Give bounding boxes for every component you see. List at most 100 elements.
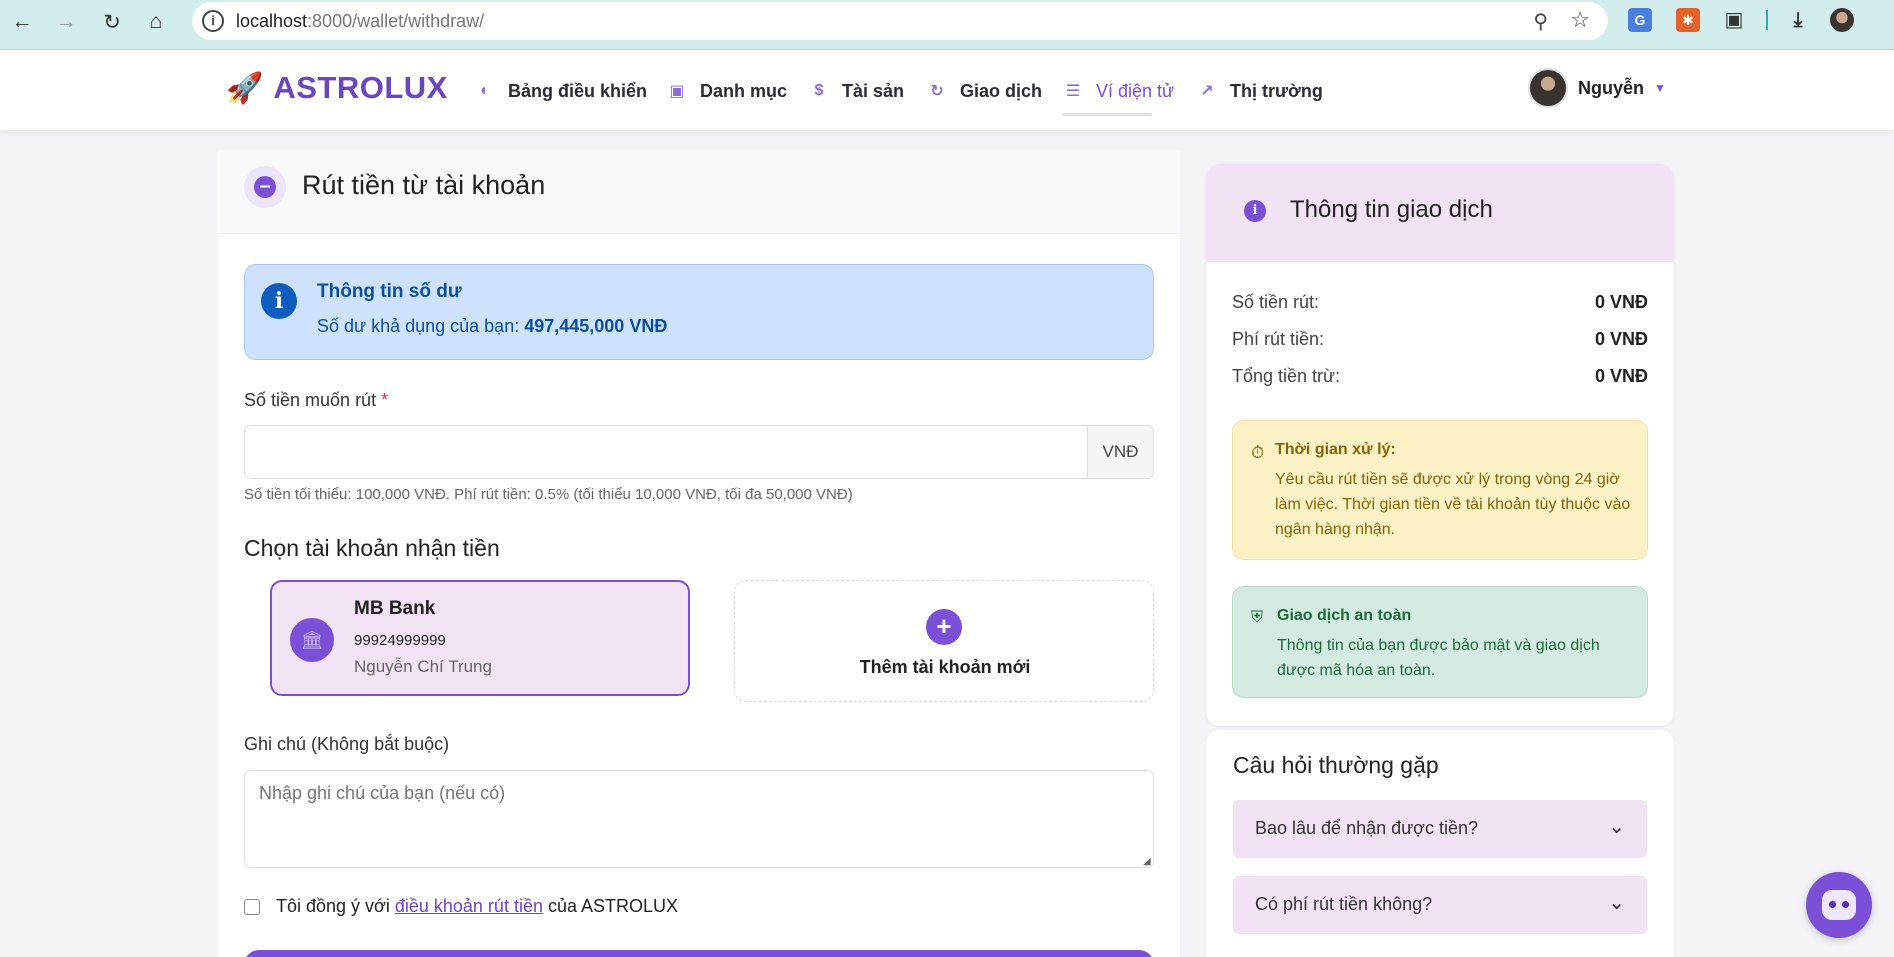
amount-label-text: Số tiền muốn rút — [244, 390, 377, 410]
extension-icon[interactable]: ✱ — [1676, 8, 1700, 32]
portfolio-icon: ▣ — [669, 83, 685, 100]
chatbot-button[interactable] — [1806, 872, 1872, 938]
nav-label: Danh mục — [700, 80, 788, 101]
summary-label: Số tiền rút: — [1232, 292, 1320, 312]
forward-icon[interactable]: → — [50, 6, 82, 38]
faq-question: Bao lâu để nhận được tiền? — [1255, 818, 1479, 838]
submit-button[interactable] — [244, 950, 1154, 957]
currency-addon: VNĐ — [1087, 426, 1153, 478]
address-bar[interactable]: i localhost:8000/wallet/withdraw/ ⚲ ☆ — [192, 2, 1608, 40]
account-section-title: Chọn tài khoản nhận tiền — [244, 535, 500, 561]
balance-title: Thông tin số dư — [317, 281, 462, 302]
terms-row: Tôi đồng ý với điều khoản rút tiền của A… — [244, 896, 678, 917]
terms-link[interactable]: điều khoản rút tiền — [395, 896, 543, 917]
nav-label: Ví điện tử — [1096, 80, 1175, 101]
transaction-info-card: i Thông tin giao dịch Số tiền rút: 0 VNĐ… — [1206, 164, 1674, 726]
transaction-info-title: Thông tin giao dịch — [1290, 196, 1493, 223]
selected-bank-account[interactable]: 🏛 MB Bank 99924999999 Nguyễn Chí Trung — [270, 580, 690, 696]
terms-suffix: của ASTROLUX — [547, 896, 679, 916]
faq-item[interactable]: Có phí rút tiền không? ⌄ — [1233, 876, 1647, 934]
rocket-icon: 🚀 — [226, 71, 264, 105]
home-icon[interactable]: ⌂ — [140, 6, 172, 38]
brand-logo[interactable]: 🚀 ASTROLUX — [226, 70, 448, 106]
faq-question: Có phí rút tiền không? — [1255, 894, 1433, 914]
site-info-icon[interactable]: i — [202, 10, 224, 32]
nav-item-portfolio[interactable]: ▣ Danh mục — [666, 76, 787, 106]
user-name: Nguyễn — [1578, 77, 1645, 98]
stopwatch-icon: ⏱ — [1251, 443, 1265, 462]
page-title: Rút tiền từ tài khoản — [302, 170, 546, 200]
plus-icon: + — [926, 609, 962, 645]
info-icon: i — [261, 283, 297, 319]
toolbar-divider — [1766, 10, 1768, 30]
nav-item-transactions[interactable]: ↻ Giao dịch — [926, 76, 1042, 106]
nav-item-wallet[interactable]: ☰ Ví điện tử — [1062, 76, 1175, 116]
robot-icon — [1822, 890, 1856, 920]
bank-icon: 🏛 — [290, 618, 334, 662]
balance-label: Số dư khả dụng của bạn: — [317, 316, 520, 336]
withdraw-icon-wrap: – — [244, 166, 286, 208]
url-text: localhost:8000/wallet/withdraw/ — [236, 11, 485, 31]
nav-label: Giao dịch — [960, 80, 1043, 101]
shield-icon: ⛨ — [1251, 609, 1264, 626]
transactions-icon: ↻ — [930, 83, 944, 100]
nav-item-dashboard[interactable]: ◐ Bảng điều khiển — [474, 76, 647, 106]
balance-line: Số dư khả dụng của bạn: 497,445,000 VNĐ — [317, 316, 667, 337]
summary-value: 0 VNĐ — [1594, 366, 1648, 386]
chevron-down-icon: ⌄ — [1608, 816, 1625, 838]
wallet-icon: ☰ — [1065, 83, 1081, 100]
terms-checkbox[interactable] — [244, 898, 260, 915]
faq-title: Câu hỏi thường gặp — [1233, 752, 1439, 778]
add-account-label: Thêm tài khoản mới — [859, 657, 1031, 677]
download-icon[interactable]: ⤓ — [1786, 8, 1810, 32]
avatar — [1528, 68, 1568, 108]
back-icon[interactable]: ← — [6, 6, 38, 38]
safe-transaction-alert: ⛨ Giao dịch an toàn Thông tin của bạn đư… — [1232, 586, 1648, 698]
note-label: Ghi chú (Không bắt buộc) — [244, 734, 450, 754]
required-mark: * — [381, 390, 389, 410]
zoom-icon[interactable]: ⚲ — [1533, 9, 1548, 34]
faq-card: Câu hỏi thường gặp Bao lâu để nhận được … — [1206, 730, 1674, 957]
bookmark-star-icon[interactable]: ☆ — [1570, 7, 1590, 33]
balance-value: 497,445,000 VNĐ — [524, 316, 668, 336]
brand-name: ASTROLUX — [273, 70, 448, 105]
safe-text: Thông tin của bạn được bảo mật và giao d… — [1277, 637, 1600, 679]
faq-item[interactable]: Bao lâu để nhận được tiền? ⌄ — [1233, 800, 1647, 858]
processing-time-alert: ⏱ Thời gian xử lý: Yêu cầu rút tiền sẽ đ… — [1232, 420, 1648, 560]
withdraw-card: – Rút tiền từ tài khoản i Thông tin số d… — [218, 150, 1180, 957]
nav-label: Bảng điều khiển — [508, 80, 648, 101]
nav-item-market[interactable]: ↗ Thị trường — [1196, 76, 1323, 106]
account-number: 99924999999 — [354, 632, 446, 649]
market-icon: ↗ — [1200, 83, 1214, 100]
profile-avatar[interactable] — [1830, 8, 1854, 32]
nav-label: Thị trường — [1230, 80, 1323, 101]
browser-toolbar: ← → ↻ ⌂ i localhost:8000/wallet/withdraw… — [0, 0, 1894, 50]
account-owner: Nguyễn Chí Trung — [354, 657, 492, 676]
assets-icon: $ — [814, 82, 824, 99]
summary-label: Tổng tiền trừ: — [1232, 366, 1341, 386]
card-header: – Rút tiền từ tài khoản — [218, 150, 1180, 234]
chevron-down-icon: ⌄ — [1608, 892, 1625, 914]
nav-label: Tài sản — [842, 80, 905, 101]
summary-value: 0 VNĐ — [1594, 329, 1648, 349]
amount-field[interactable]: VNĐ — [244, 425, 1154, 479]
caret-down-icon: ▼ — [1654, 81, 1666, 95]
robot-eye — [1829, 901, 1836, 908]
translate-extension-icon[interactable]: G — [1628, 8, 1652, 32]
nav-item-assets[interactable]: $ Tài sản — [808, 76, 904, 106]
resize-handle-icon[interactable]: ◢ — [1143, 856, 1151, 867]
terms-prefix: Tôi đồng ý với — [276, 896, 390, 916]
add-account-button[interactable]: + Thêm tài khoản mới — [734, 580, 1154, 702]
note-textarea[interactable] — [244, 770, 1154, 868]
extensions-puzzle-icon[interactable]: ▣ — [1722, 8, 1746, 32]
processing-text: Yêu cầu rút tiền sẽ được xử lý trong vòn… — [1275, 471, 1631, 538]
transaction-info-header: i Thông tin giao dịch — [1206, 164, 1674, 262]
safe-title: Giao dịch an toàn — [1277, 607, 1412, 624]
processing-title: Thời gian xử lý: — [1275, 441, 1396, 458]
reload-icon[interactable]: ↻ — [96, 6, 128, 38]
amount-label: Số tiền muốn rút * — [244, 390, 388, 411]
info-icon: i — [1244, 200, 1266, 222]
user-menu[interactable]: Nguyễn ▼ — [1528, 68, 1666, 108]
top-navbar: 🚀 ASTROLUX ◐ Bảng điều khiển ▣ Danh mục … — [0, 50, 1894, 130]
active-underline — [1062, 113, 1152, 116]
